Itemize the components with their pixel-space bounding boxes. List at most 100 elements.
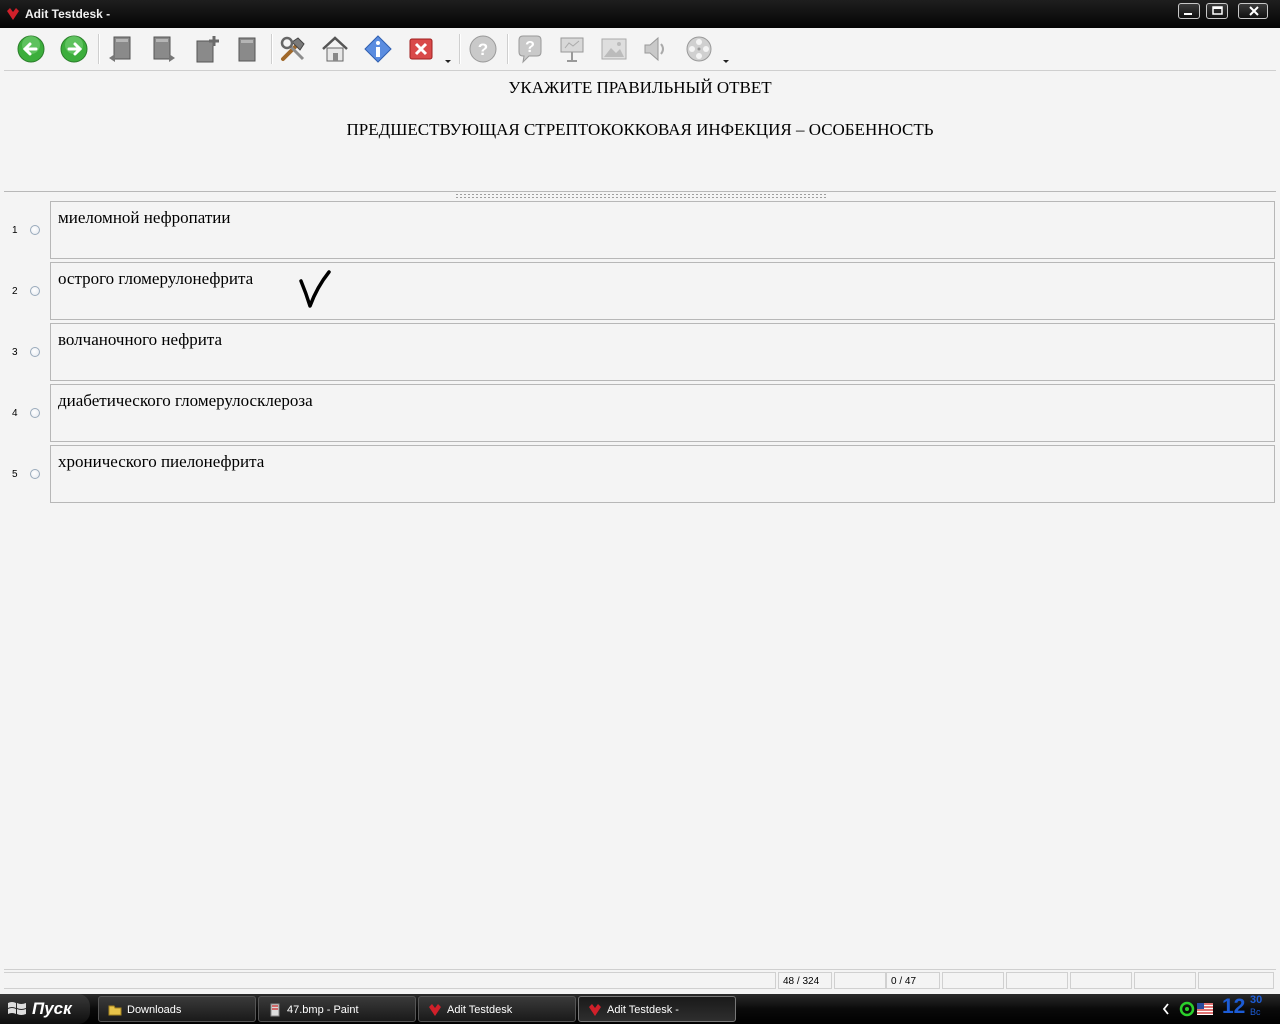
clock-hour[interactable]: 12 [1222,995,1245,1019]
image-button[interactable] [597,32,631,66]
checkmark-annotation-icon [299,270,331,308]
tools-button[interactable] [276,32,310,66]
answer-box[interactable]: волчаночного нефрита [50,323,1275,381]
close-icon [1249,6,1259,16]
answer-number: 3 [12,347,18,358]
maximize-button[interactable] [1206,3,1228,19]
close-window-button[interactable] [1238,3,1268,19]
folder-icon [108,1005,122,1016]
answer-radio[interactable] [30,469,40,479]
image-icon [601,38,627,60]
restore-icon [1212,6,1223,15]
answer-radio[interactable] [30,347,40,357]
answer-text: острого гломерулонефрита [58,269,254,288]
question-panel: УКАЖИТЕ ПРАВИЛЬНЫЙ ОТВЕТ ПРЕДШЕСТВУЮЩАЯ … [4,71,1276,192]
speaker-icon [644,36,664,62]
answer-number: 4 [12,408,18,419]
answer-radio[interactable] [30,225,40,235]
paint-icon [270,1003,280,1017]
window-title: Adit Testdesk - [25,7,111,21]
close-test-button[interactable] [404,32,438,66]
answer-number: 5 [12,469,18,480]
taskbar-item-paint[interactable]: 47.bmp - Paint [258,996,416,1022]
testdesk-icon [429,1004,441,1016]
page-icon [238,37,256,62]
answer-option[interactable]: 2 острого гломерулонефрита [4,262,1276,323]
forward-button[interactable] [57,32,91,66]
taskbar-item-label: Adit Testdesk [447,1004,513,1016]
answer-box[interactable]: диабетического гломерулосклероза [50,384,1275,442]
question-counter: 48 / 324 [778,972,832,989]
presentation-icon [560,37,584,62]
page-left-icon [109,36,131,62]
taskbar-item-label: Adit Testdesk - [607,1004,679,1016]
toolbar: ? ? [4,28,1276,71]
chevron-left-icon[interactable] [1162,1003,1170,1015]
taskbar-item-testdesk-active[interactable]: Adit Testdesk - [578,996,736,1022]
answer-text: хронического пиелонефрита [58,452,265,471]
bookmark-button[interactable] [230,32,264,66]
minimize-button[interactable] [1178,3,1200,19]
taskbar-item-testdesk[interactable]: Adit Testdesk [418,996,576,1022]
language-flag-icon[interactable] [1197,1003,1213,1015]
status-panel [1070,972,1132,989]
info-button[interactable] [361,32,395,66]
arrow-right-icon [60,35,88,63]
answer-option[interactable]: 3 волчаночного нефрита [4,323,1276,384]
windows-logo-icon [8,1002,26,1015]
chevron-down-icon[interactable] [723,60,729,63]
network-icon[interactable] [1179,1001,1195,1017]
status-panel [942,972,1004,989]
answer-radio[interactable] [30,286,40,296]
sound-button[interactable] [638,32,672,66]
question-icon: ? [518,35,542,64]
svg-text:?: ? [478,40,488,59]
answer-number: 1 [12,225,18,236]
status-panel [834,972,886,989]
help-icon: ? [469,35,497,63]
answer-box[interactable]: миеломной нефропатии [50,201,1275,259]
title-bar[interactable]: Adit Testdesk - [0,0,1280,28]
arrow-left-icon [17,35,45,63]
answer-box[interactable]: острого гломерулонефрита [50,262,1275,320]
answered-counter: 0 / 47 [886,972,940,989]
splitter-handle[interactable] [455,193,828,198]
home-button[interactable] [318,32,352,66]
start-button[interactable]: Пуск [0,994,90,1024]
status-panel [1198,972,1274,989]
next-question-button[interactable] [146,32,180,66]
video-button[interactable] [682,32,716,66]
taskbar-item-downloads[interactable]: Downloads [98,996,256,1022]
answer-text: миеломной нефропатии [58,208,231,227]
answer-option[interactable]: 4 диабетического гломерулосклероза [4,384,1276,445]
minimize-icon [1184,13,1192,15]
page-right-icon [153,36,175,62]
back-button[interactable] [14,32,48,66]
taskbar: Пуск Downloads 47.bmp - Paint Adit Testd… [0,994,1280,1024]
testdesk-icon [7,8,19,20]
answer-box[interactable]: хронического пиелонефрита [50,445,1275,503]
status-panel [4,972,776,989]
hint-button[interactable]: ? [513,32,547,66]
presentation-button[interactable] [555,32,589,66]
taskbar-item-label: Downloads [127,1004,182,1016]
answer-option[interactable]: 5 хронического пиелонефрита [4,445,1276,506]
page-add-icon [196,36,219,63]
start-label: Пуск [32,999,72,1018]
svg-text:?: ? [525,39,535,56]
chevron-down-icon[interactable] [445,60,451,63]
testdesk-icon [589,1004,601,1016]
status-panel [1134,972,1196,989]
answer-radio[interactable] [30,408,40,418]
prev-question-button[interactable] [104,32,138,66]
clock-day: Вс [1250,1007,1261,1017]
close-icon [409,38,433,60]
answer-number: 2 [12,286,18,297]
taskbar-item-label: 47.bmp - Paint [287,1004,359,1016]
question-text: ПРЕДШЕСТВУЮЩАЯ СТРЕПТОКОККОВАЯ ИНФЕКЦИЯ … [346,120,934,139]
answer-option[interactable]: 1 миеломной нефропатии [4,201,1276,262]
help-button[interactable]: ? [466,32,500,66]
add-page-button[interactable] [190,32,224,66]
tools-icon [280,36,305,61]
info-icon [364,35,392,63]
